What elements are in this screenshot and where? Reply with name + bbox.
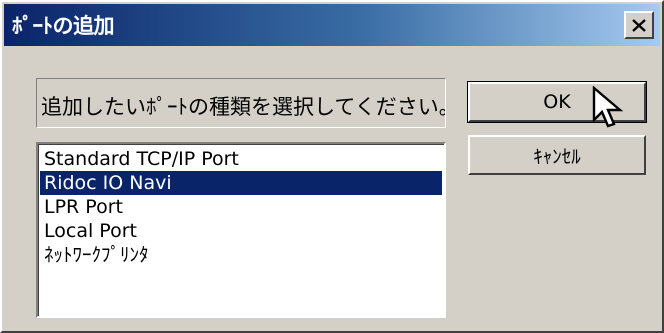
list-item-local-port[interactable]: Local Port: [40, 219, 442, 243]
ok-button-label: OK: [543, 91, 571, 113]
cancel-button-label: ｷｬﾝｾﾙ: [533, 145, 581, 168]
close-button[interactable]: [624, 11, 654, 39]
add-port-dialog: ﾎﾟｰﾄの追加 追加したいﾎﾟｰﾄの種類を選択してください。 Standard …: [0, 0, 664, 333]
mouse-pointer-icon: [592, 86, 624, 128]
port-type-listbox[interactable]: Standard TCP/IP Port Ridoc IO Navi LPR P…: [36, 142, 446, 318]
list-item-ridoc-io-navi[interactable]: Ridoc IO Navi: [40, 171, 442, 195]
list-item-network-printer[interactable]: ﾈｯﾄﾜｰｸﾌﾟﾘﾝﾀ: [40, 243, 442, 267]
cancel-button[interactable]: ｷｬﾝｾﾙ: [468, 135, 646, 175]
title-bar[interactable]: ﾎﾟｰﾄの追加: [4, 4, 660, 46]
instruction-label: 追加したいﾎﾟｰﾄの種類を選択してください。: [36, 78, 446, 128]
close-x-icon: [632, 18, 646, 32]
list-item-lpr-port[interactable]: LPR Port: [40, 195, 442, 219]
dialog-title: ﾎﾟｰﾄの追加: [12, 14, 115, 38]
list-item-standard-tcp-ip-port[interactable]: Standard TCP/IP Port: [40, 147, 442, 171]
